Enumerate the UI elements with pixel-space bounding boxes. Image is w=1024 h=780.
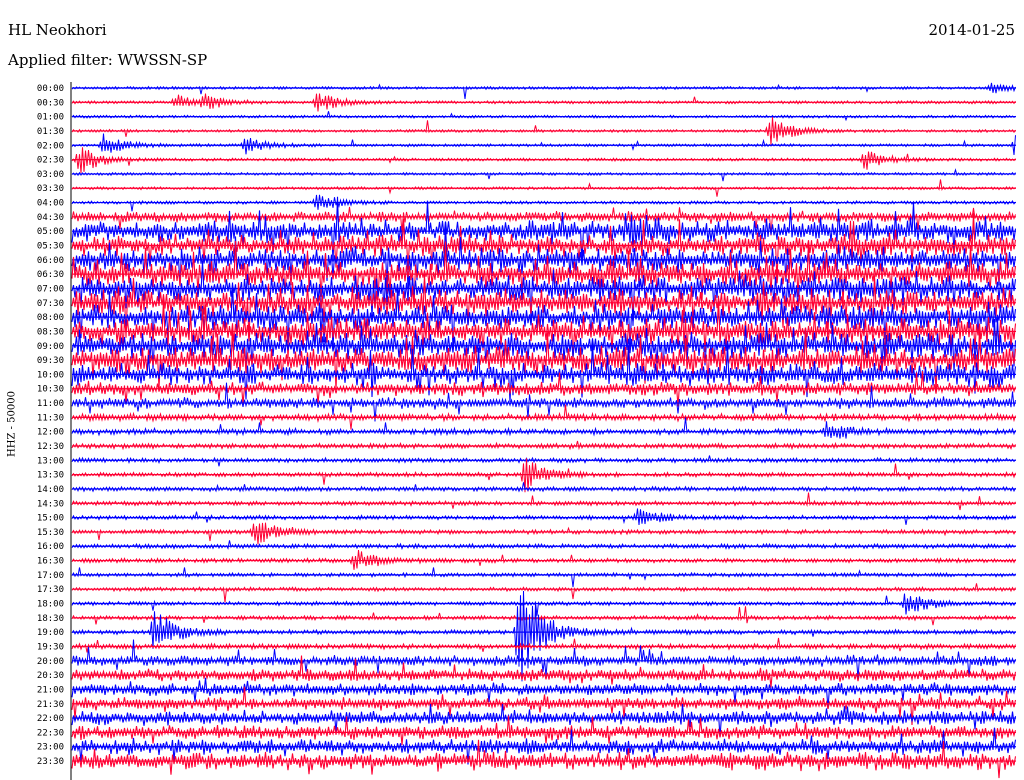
time-label: 03:30 [37,184,64,194]
time-label: 17:30 [37,585,64,595]
time-label: 04:30 [37,213,64,223]
time-label: 03:00 [37,170,64,180]
seismic-trace-1630 [71,550,1016,570]
seismic-trace-0300 [71,168,1016,182]
time-label: 14:00 [37,485,64,495]
time-label: 22:30 [37,728,64,738]
time-label: 18:00 [37,600,64,610]
time-label: 09:00 [37,342,64,352]
time-label: 22:00 [37,714,64,724]
time-label: 00:30 [37,98,64,108]
time-label: 06:30 [37,270,64,280]
time-label: 12:30 [37,442,64,452]
time-label: 13:00 [37,456,64,466]
time-label: 16:30 [37,557,64,567]
time-label: 20:30 [37,671,64,681]
time-label: 07:30 [37,299,64,309]
seismic-trace-1500 [71,508,1016,525]
time-label: 18:30 [37,614,64,624]
time-label: 10:30 [37,385,64,395]
seismic-trace-1930 [71,637,1016,653]
trace-group [71,82,1017,779]
time-label: 09:30 [37,356,64,366]
time-label: 15:30 [37,528,64,538]
time-label: 19:00 [37,628,64,638]
seismic-trace-0100 [71,111,1016,122]
time-label: 21:30 [37,700,64,710]
seismic-trace-1700 [71,567,1016,588]
time-label: 07:00 [37,284,64,294]
time-label: 20:00 [37,657,64,667]
time-label: 05:30 [37,242,64,252]
seismic-trace-0200 [71,133,1016,155]
seismic-trace-1330 [71,458,1016,493]
seismic-trace-1430 [71,492,1016,511]
time-label: 13:30 [37,471,64,481]
seismic-trace-0500 [71,196,1017,262]
time-label: 00:00 [37,84,64,94]
seismic-trace-1600 [71,540,1016,550]
time-label: 11:30 [37,413,64,423]
time-label: 08:00 [37,313,64,323]
time-label: 21:00 [37,685,64,695]
seismic-trace-1200 [71,417,1016,439]
time-label: 23:00 [37,743,64,753]
time-label: 15:00 [37,514,64,524]
time-label: 06:00 [37,256,64,266]
time-label: 17:00 [37,571,64,581]
time-label: 02:00 [37,141,64,151]
time-label: 01:00 [37,113,64,123]
seismic-trace-1400 [71,482,1016,493]
time-label-group: 00:00 00:30 01:00 01:30 02:00 02:30 03:00 03:30… [37,84,64,767]
time-label: 11:00 [37,399,64,409]
seismic-trace-1730 [71,583,1016,603]
time-label: 23:30 [37,757,64,767]
seismic-trace-1800 [71,593,1016,616]
time-label: 05:00 [37,227,64,237]
helicorder-plot: 00:00 00:30 01:00 01:30 02:00 02:30 03:00 03:30… [37,82,1017,780]
seismic-trace-1830 [71,606,1016,626]
time-label: 10:00 [37,370,64,380]
time-label: 04:00 [37,199,64,209]
time-label: 01:30 [37,127,64,137]
seismic-trace-0000 [71,82,1016,99]
time-label: 08:30 [37,327,64,337]
time-label: 14:30 [37,499,64,509]
time-label: 19:30 [37,642,64,652]
time-label: 02:30 [37,156,64,166]
seismic-trace-1230 [71,440,1016,451]
time-label: 16:00 [37,542,64,552]
seismic-trace-1530 [71,522,1016,545]
time-label: 12:00 [37,428,64,438]
